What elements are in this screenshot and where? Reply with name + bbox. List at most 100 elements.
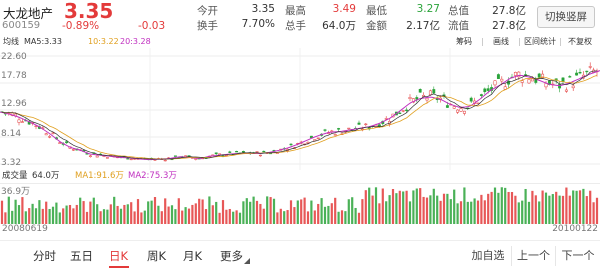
volume-bar bbox=[204, 209, 208, 224]
kline-chart[interactable] bbox=[0, 48, 600, 170]
volume-bar bbox=[334, 197, 337, 224]
volume-bar bbox=[402, 191, 405, 224]
next-stock-button[interactable]: 下一个 bbox=[555, 246, 600, 266]
tab-monthly-k[interactable]: 月K bbox=[183, 248, 202, 264]
candle-body bbox=[459, 108, 463, 112]
chips-button[interactable]: 筹码 bbox=[446, 36, 482, 48]
tab-weekly-k[interactable]: 周K bbox=[147, 248, 166, 264]
volume-bar bbox=[446, 193, 449, 224]
volume-bar bbox=[126, 204, 129, 224]
volume-bar bbox=[527, 201, 531, 224]
stat-value-low: 3.27 bbox=[416, 3, 440, 15]
stat-label-volume: 总手 bbox=[285, 20, 306, 32]
candle-body bbox=[88, 155, 92, 157]
volume-bar bbox=[45, 201, 48, 224]
volume-bar bbox=[385, 201, 388, 224]
quote-header: 大龙地产 3.35 600159 -0.89% -0.03 今开 3.35 换手… bbox=[0, 0, 600, 36]
volume-bar bbox=[412, 190, 415, 224]
volume-chart[interactable] bbox=[0, 183, 600, 224]
volume-bar bbox=[24, 211, 27, 224]
volume-bar bbox=[296, 200, 299, 224]
volume-bar bbox=[595, 197, 599, 224]
volume-bar bbox=[130, 202, 133, 224]
volume-legend: 成交量 64.0万 MA1:91.6万 MA2:75.3万 bbox=[0, 170, 600, 182]
candle-body bbox=[20, 121, 24, 123]
active-tab-indicator bbox=[109, 266, 129, 268]
volume-bar bbox=[109, 204, 112, 224]
volume-bar bbox=[531, 190, 534, 224]
candle-body bbox=[218, 153, 222, 155]
volume-bar bbox=[140, 212, 143, 224]
volume-bar bbox=[194, 203, 197, 224]
ma-label: 均线 bbox=[3, 37, 19, 46]
volume-bar bbox=[534, 195, 537, 224]
candle-body bbox=[462, 110, 466, 114]
volume-bar bbox=[395, 193, 398, 224]
range-stats-button[interactable]: 区间统计 bbox=[520, 36, 560, 48]
add-watchlist-button[interactable]: 加自选 bbox=[465, 246, 511, 266]
stat-value-open: 3.35 bbox=[251, 3, 275, 15]
tab-daily-k[interactable]: 日K bbox=[109, 248, 128, 264]
candle-body bbox=[500, 78, 504, 82]
volume-bar bbox=[323, 206, 327, 224]
draw-line-button[interactable]: 画线 bbox=[483, 36, 519, 48]
volume-bar bbox=[507, 191, 510, 224]
volume-bar bbox=[317, 203, 320, 224]
candle-body bbox=[588, 66, 592, 68]
volume-bar bbox=[164, 198, 167, 224]
volume-bar bbox=[405, 190, 408, 224]
volume-bar bbox=[38, 200, 41, 224]
volume-bar bbox=[555, 191, 558, 224]
candle-body bbox=[44, 133, 48, 136]
candle-body bbox=[95, 155, 99, 158]
candle-body bbox=[476, 102, 480, 105]
volume-bar bbox=[245, 198, 248, 224]
triangle-down-icon[interactable] bbox=[243, 257, 251, 265]
volume-bar bbox=[565, 187, 568, 224]
volume-bar bbox=[48, 208, 51, 224]
volume-bar bbox=[11, 210, 14, 224]
volume-bar bbox=[211, 205, 214, 224]
candle-body bbox=[483, 88, 487, 93]
switch-portrait-button[interactable]: 切换竖屏 bbox=[537, 6, 595, 28]
volume-bar bbox=[96, 204, 99, 224]
tab-five-day[interactable]: 五日 bbox=[70, 248, 93, 264]
volume-bar bbox=[510, 192, 514, 224]
volume-bar bbox=[449, 199, 452, 224]
volume-bar bbox=[201, 199, 204, 224]
volume-bar bbox=[303, 197, 306, 224]
volume-bar bbox=[262, 208, 265, 224]
volume-bar bbox=[500, 187, 503, 224]
volume-bar bbox=[300, 199, 303, 224]
volume-bar bbox=[31, 203, 34, 224]
candle-body bbox=[537, 73, 541, 78]
candle-body bbox=[425, 97, 429, 101]
volume-bar bbox=[113, 196, 116, 224]
candle-body bbox=[347, 127, 351, 130]
previous-stock-button[interactable]: 上一个 bbox=[511, 246, 555, 266]
volume-bar bbox=[136, 199, 140, 224]
volume-ma1: MA1:91.6万 bbox=[75, 171, 124, 181]
volume-bar bbox=[119, 208, 123, 224]
volume-bar bbox=[524, 188, 527, 224]
volume-bar bbox=[388, 195, 391, 224]
tab-intraday[interactable]: 分时 bbox=[33, 248, 56, 264]
date-axis: 20080619 20100122 bbox=[0, 224, 600, 236]
stat-label-float-cap: 流值 bbox=[448, 20, 469, 32]
stat-value-amount: 2.17亿 bbox=[406, 20, 440, 32]
stat-label-market-cap: 总值 bbox=[448, 5, 469, 17]
volume-bar bbox=[85, 211, 89, 224]
candle-body bbox=[228, 151, 232, 153]
candle-body bbox=[408, 97, 412, 99]
candle-body bbox=[513, 72, 517, 76]
candle-body bbox=[585, 70, 589, 73]
volume-bar bbox=[198, 198, 201, 224]
tab-more[interactable]: 更多 bbox=[220, 248, 243, 264]
volume-bar bbox=[106, 209, 109, 224]
candle-body bbox=[456, 109, 460, 113]
volume-bar bbox=[65, 205, 68, 224]
candle-body bbox=[415, 97, 419, 100]
volume-bar bbox=[453, 189, 456, 224]
no-adjust-button[interactable]: 不复权 bbox=[561, 36, 599, 48]
volume-bar bbox=[170, 205, 174, 224]
